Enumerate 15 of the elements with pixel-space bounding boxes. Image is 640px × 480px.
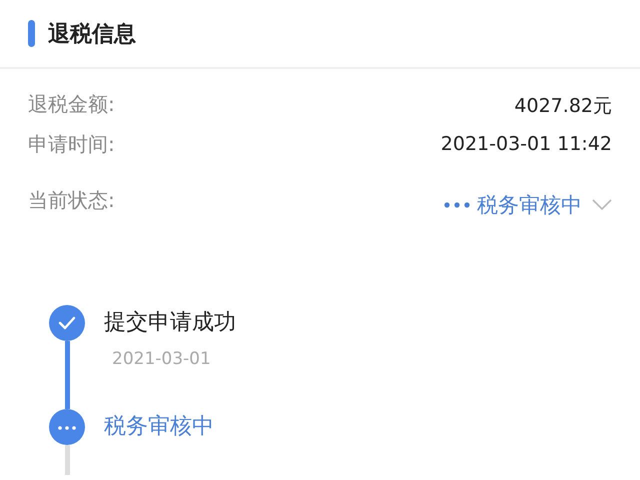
step-date: 2021-03-01 (112, 349, 212, 369)
accent-bar (28, 20, 35, 47)
dots-icon (443, 201, 471, 209)
field-value: 2021-03-01 11:42 (440, 133, 612, 155)
step-title: 提交申请成功 (104, 309, 236, 337)
check-icon (49, 305, 85, 341)
chevron-icon[interactable] (592, 199, 612, 211)
field-value: 4027.82元 (514, 94, 612, 119)
dots-icon (49, 409, 85, 445)
field-label: 当前状态: (28, 187, 115, 214)
section-title: 退税信息 (48, 20, 136, 48)
field-label: 申请时间: (28, 131, 115, 158)
field-label: 退税金额: (28, 91, 115, 118)
status-value: 税务审核中 (477, 192, 582, 219)
step-title: 税务审核中 (104, 413, 214, 441)
